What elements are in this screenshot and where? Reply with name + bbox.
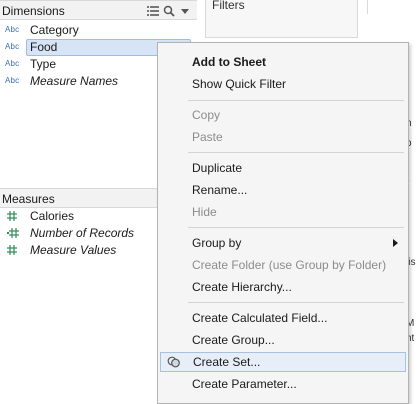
menu-item-label: Create Folder (use Group by Folder): [192, 258, 387, 272]
measure-number-icon: [7, 210, 17, 222]
view-list-icon[interactable]: [147, 5, 159, 17]
menu-item-create-calculated-field[interactable]: Create Calculated Field...: [158, 308, 408, 328]
field-label: Type: [30, 57, 57, 71]
string-type-icon: Abc: [5, 25, 20, 34]
menu-item-add-to-sheet[interactable]: Add to Sheet: [158, 52, 408, 72]
field-label: Measure Values: [30, 243, 117, 257]
menu-item-hide: Hide: [158, 202, 408, 222]
menu-item-label: Copy: [192, 108, 221, 122]
menu-item-label: Add to Sheet: [192, 55, 266, 69]
dimensions-title: Dimensions: [2, 4, 65, 18]
menu-item-label: Duplicate: [192, 161, 243, 175]
menu-item-create-group[interactable]: Create Group...: [158, 330, 408, 350]
menu-item-create-set[interactable]: Create Set...: [160, 352, 406, 372]
menu-separator: [188, 100, 404, 101]
menu-item-label: Create Set...: [193, 355, 261, 369]
field-label: Measure Names: [30, 74, 119, 88]
filters-title: Filters: [212, 0, 245, 12]
menu-item-label: Create Hierarchy...: [192, 280, 292, 294]
menu-item-label: Create Group...: [192, 333, 275, 347]
string-type-icon: Abc: [5, 42, 20, 51]
menu-item-create-hierarchy[interactable]: Create Hierarchy...: [158, 277, 408, 297]
menu-item-copy: Copy: [158, 105, 408, 125]
string-type-icon: Abc: [5, 59, 20, 68]
menu-item-label: Create Calculated Field...: [192, 311, 328, 325]
chevron-down-icon[interactable]: [179, 5, 191, 17]
string-type-icon: Abc: [5, 76, 20, 85]
dimensions-header: Dimensions: [0, 0, 197, 20]
menu-item-duplicate[interactable]: Duplicate: [158, 158, 408, 178]
menu-item-label: Show Quick Filter: [192, 77, 287, 91]
submenu-arrow-icon: [393, 239, 398, 247]
menu-item-create-folder: Create Folder (use Group by Folder): [158, 255, 408, 275]
menu-separator: [188, 302, 404, 303]
calculated-measure-icon: [7, 227, 19, 239]
menu-item-label: Paste: [192, 130, 223, 144]
menu-separator: [188, 152, 404, 153]
field-category[interactable]: Abc Category: [0, 22, 197, 39]
measures-title: Measures: [2, 192, 55, 206]
filters-card[interactable]: Filters: [205, 0, 358, 38]
context-menu: Add to Sheet Show Quick Filter Copy Past…: [157, 42, 409, 404]
menu-item-group-by[interactable]: Group by: [158, 233, 408, 253]
set-icon: [167, 356, 181, 368]
menu-item-create-parameter[interactable]: Create Parameter...: [158, 374, 408, 394]
search-icon[interactable]: [163, 5, 175, 17]
menu-separator: [188, 227, 404, 228]
menu-item-show-quick-filter[interactable]: Show Quick Filter: [158, 74, 408, 94]
menu-item-label: Group by: [192, 236, 242, 250]
menu-item-rename[interactable]: Rename...: [158, 180, 408, 200]
field-label: Food: [30, 40, 58, 54]
menu-item-label: Hide: [192, 205, 217, 219]
measure-number-icon: [7, 244, 17, 256]
field-label: Number of Records: [30, 226, 135, 240]
field-label: Calories: [30, 209, 75, 223]
menu-item-label: Create Parameter...: [192, 377, 297, 391]
menu-item-paste: Paste: [158, 127, 408, 147]
field-label: Category: [30, 23, 79, 37]
divider: [367, 0, 368, 14]
menu-item-label: Rename...: [192, 183, 248, 197]
